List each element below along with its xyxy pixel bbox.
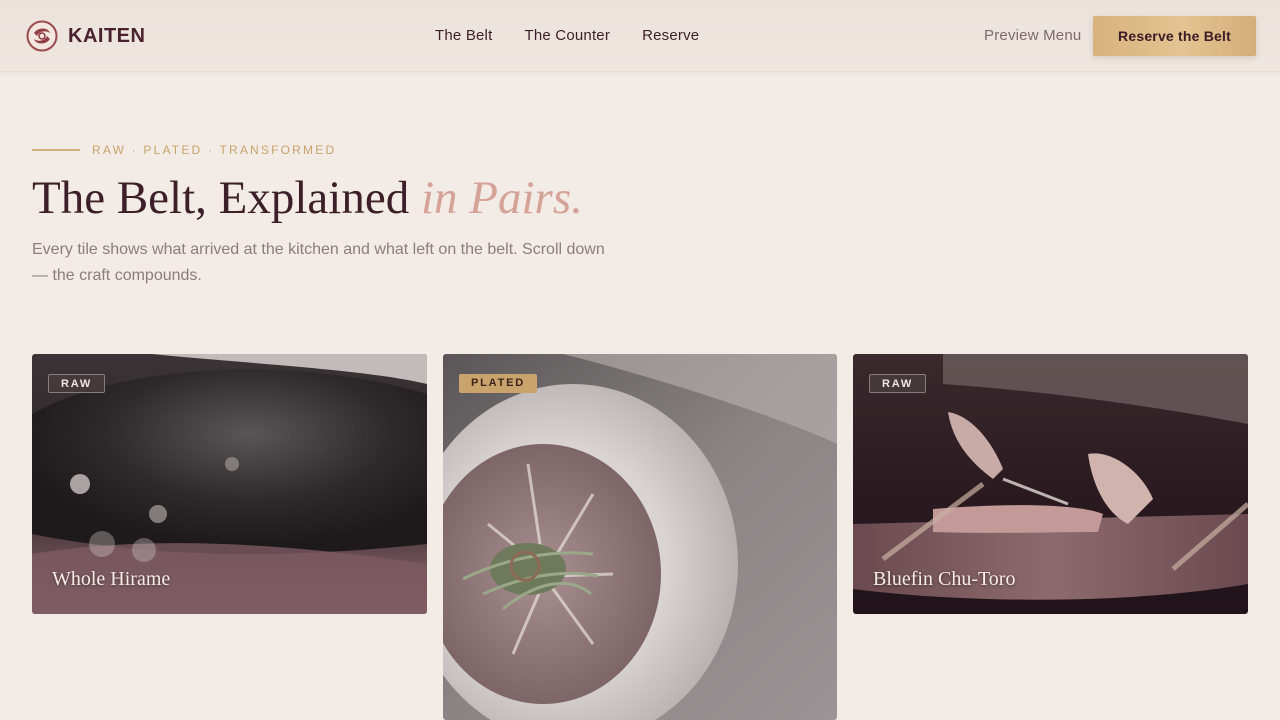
nav-link-the-counter[interactable]: The Counter (524, 27, 610, 44)
preview-menu-link[interactable]: Preview Menu (984, 27, 1081, 44)
tile-badge-raw: RAW (869, 374, 927, 393)
tile-bluefin-chu-toro[interactable]: RAW Bluefin Chu-Toro (853, 354, 1248, 614)
brand-name: KAITEN (68, 24, 146, 47)
tile-whole-hirame[interactable]: RAW Whole Hirame (32, 354, 427, 614)
site-header: KAITEN The Belt The Counter Reserve Prev… (0, 0, 1280, 72)
reserve-the-belt-button[interactable]: Reserve the Belt (1093, 16, 1256, 56)
page-title-accent: in Pairs. (420, 172, 583, 224)
hero-eyebrow: RAW · PLATED · TRANSFORMED (32, 143, 336, 157)
brand-logo[interactable]: KAITEN (26, 20, 145, 52)
eyebrow-divider (32, 149, 80, 151)
tile-title: Whole Hirame (52, 568, 171, 590)
main-nav: The Belt The Counter Reserve (435, 27, 731, 44)
tile-plated-dish[interactable]: PLATED (443, 354, 837, 720)
tile-badge-plated: PLATED (459, 374, 537, 393)
plated-dish-image (443, 354, 837, 720)
page-subtitle: Every tile shows what arrived at the kit… (32, 241, 605, 284)
page-title-main: The Belt, Explained (32, 172, 421, 224)
eyebrow-text: RAW · PLATED · TRANSFORMED (92, 143, 337, 157)
page-title: The Belt, Explained in Pairs. (32, 170, 583, 226)
nav-link-the-belt[interactable]: The Belt (435, 27, 492, 44)
nav-link-reserve[interactable]: Reserve (642, 27, 699, 44)
tile-title: Bluefin Chu-Toro (873, 568, 1016, 590)
tile-badge-raw: RAW (48, 374, 106, 393)
brand-mark-icon (26, 20, 58, 52)
